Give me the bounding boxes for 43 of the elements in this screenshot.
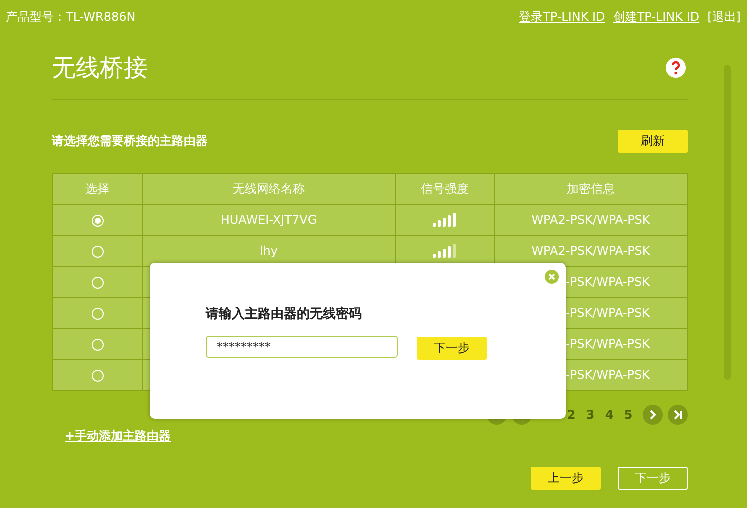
radio-button[interactable]: [92, 246, 104, 258]
dialog-title: 请输入主路由器的无线密码: [206, 306, 363, 323]
instruction-text: 请选择您需要桥接的主路由器: [52, 132, 208, 150]
page-number[interactable]: 4: [600, 408, 619, 422]
close-icon[interactable]: [545, 270, 559, 284]
help-icon[interactable]: [666, 58, 686, 78]
page-number[interactable]: 2: [562, 408, 581, 422]
radio-button[interactable]: [92, 214, 104, 227]
security-text: -PSK/WPA-PSK: [566, 337, 650, 351]
column-header: 加密信息: [494, 174, 688, 204]
model-label: 产品型号：TL-WR886N: [6, 8, 136, 26]
column-header: 信号强度: [396, 174, 494, 204]
password-field[interactable]: *********: [206, 336, 398, 358]
security-text: -PSK/WPA-PSK: [566, 306, 650, 320]
radio-button[interactable]: [92, 370, 104, 382]
signal-icon: [433, 244, 457, 258]
header-link[interactable]: 登录TP-LINK ID: [519, 8, 606, 26]
header-link[interactable]: 创建TP-LINK ID: [613, 8, 700, 26]
security-text: -PSK/WPA-PSK: [566, 368, 650, 382]
page-number[interactable]: 3: [581, 408, 600, 422]
security-text: WPA2-PSK/WPA-PSK: [532, 213, 650, 227]
radio-button[interactable]: [92, 308, 104, 320]
page-title: 无线桥接: [52, 52, 148, 84]
last-page-button[interactable]: [668, 405, 688, 425]
column-header: 无线网络名称: [142, 174, 396, 204]
back-button[interactable]: 上一步: [531, 467, 601, 490]
security-text: -PSK/WPA-PSK: [566, 275, 650, 289]
network-name: lhy: [260, 244, 278, 258]
next-button[interactable]: 下一步: [417, 337, 487, 360]
refresh-button[interactable]: 刷新: [618, 130, 688, 152]
signal-icon: [433, 213, 457, 228]
next-page-button[interactable]: [643, 405, 663, 425]
network-name: HUAWEI-XJT7VG: [220, 213, 318, 227]
chevron-right-icon: [648, 410, 658, 420]
header-link[interactable]: [退出]: [708, 8, 741, 26]
last-page-icon: [673, 410, 683, 420]
column-header: 选择: [52, 174, 142, 204]
next-button[interactable]: 下一步: [618, 467, 688, 490]
add-router-link[interactable]: +手动添加主路由器: [65, 429, 172, 443]
radio-button[interactable]: [92, 276, 104, 289]
page-number[interactable]: 5: [619, 408, 638, 422]
security-text: WPA2-PSK/WPA-PSK: [532, 244, 650, 258]
radio-button[interactable]: [92, 338, 104, 351]
